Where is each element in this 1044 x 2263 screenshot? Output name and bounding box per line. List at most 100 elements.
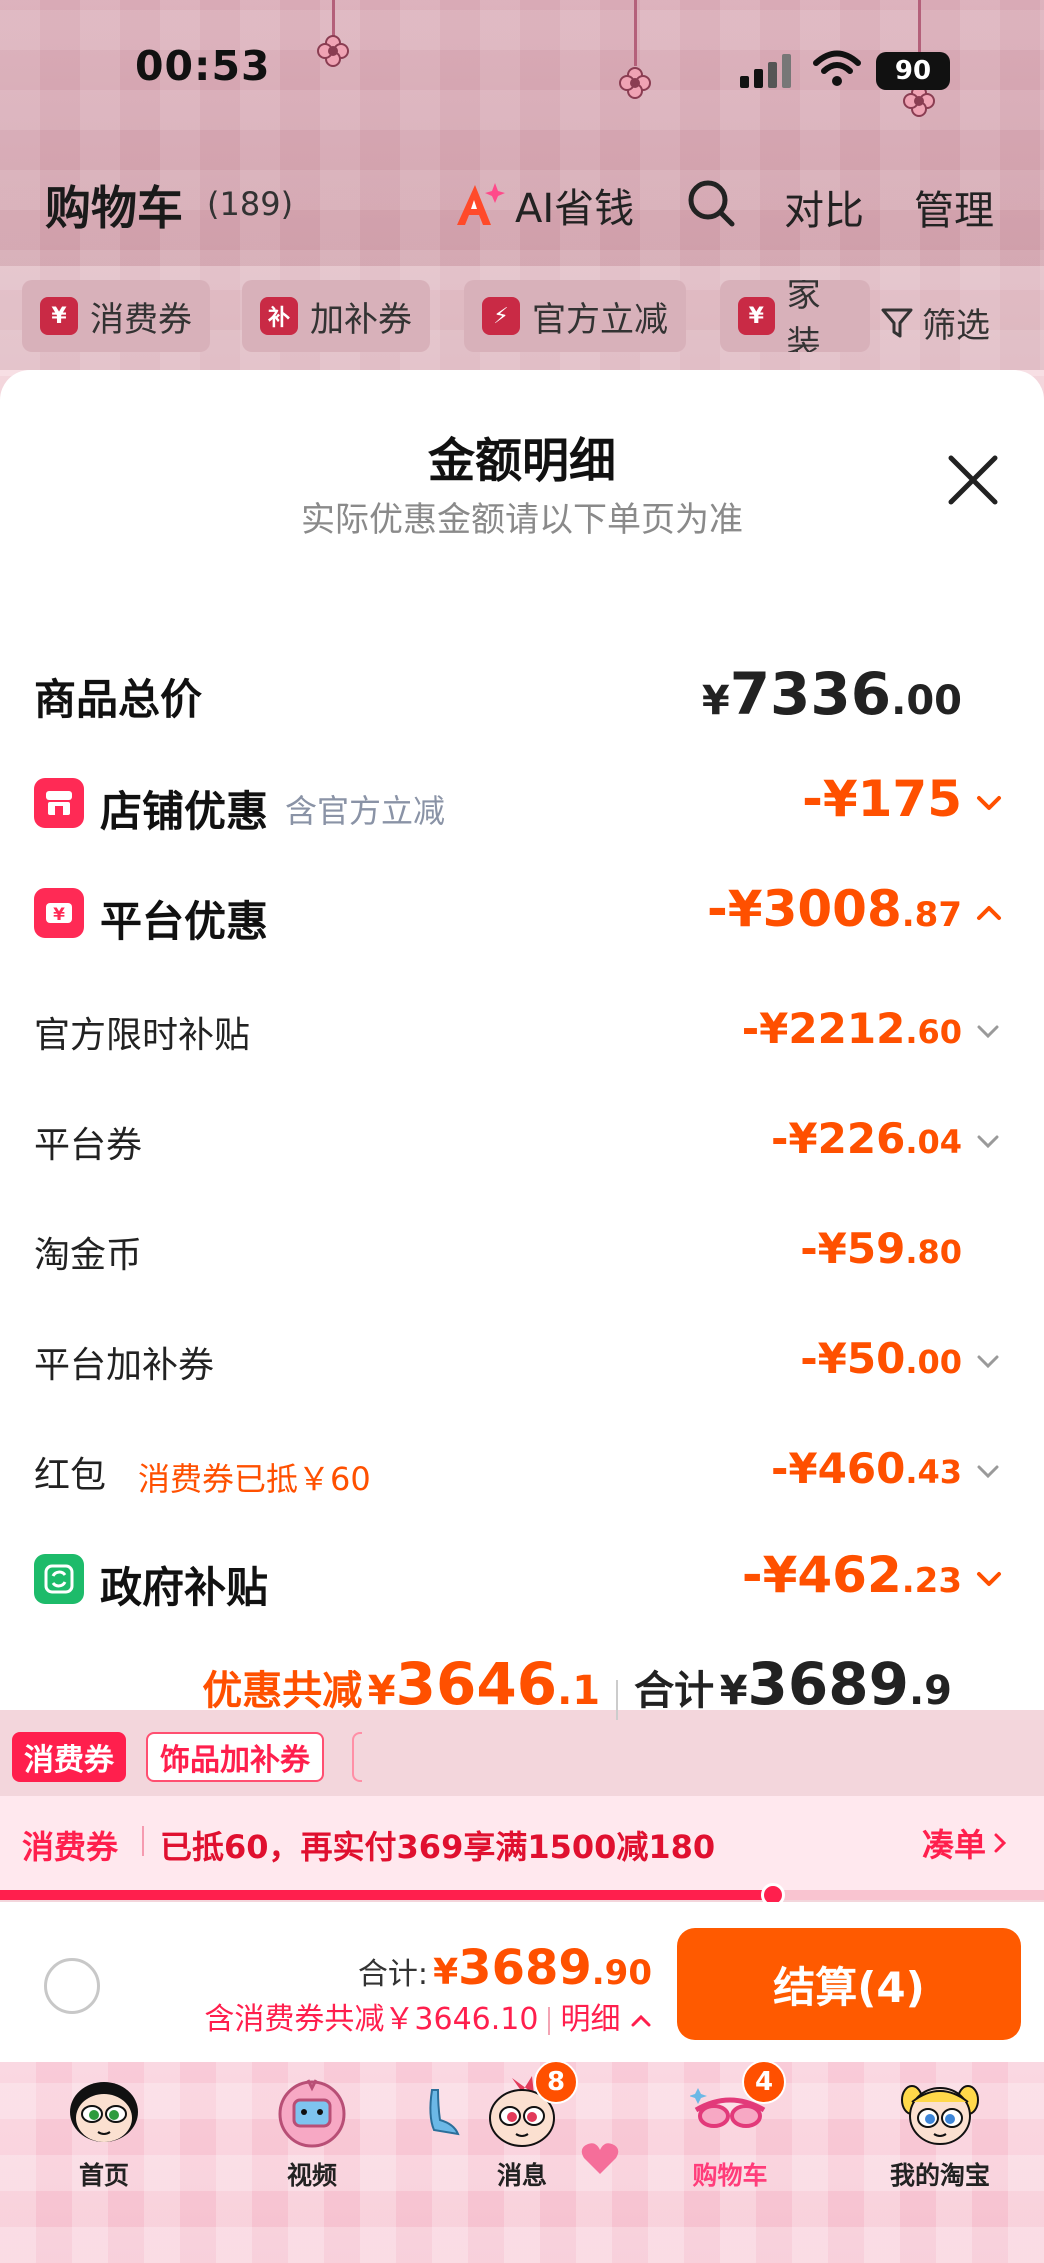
checkout-button[interactable]: 结算(4) [677, 1928, 1021, 2040]
tab-messages[interactable]: 消息 [442, 2070, 602, 2190]
platform-discount-label: 平台优惠 [100, 897, 269, 946]
tab-home[interactable]: 首页 [24, 2070, 184, 2190]
store-discount-value[interactable]: -¥175 [802, 770, 962, 828]
filter-button[interactable]: 筛选 [880, 298, 990, 347]
checkout-total: 合计: ¥3689.90 [357, 1940, 652, 1996]
filter-label: 筛选 [922, 306, 990, 346]
banner-tag: 消费券 [22, 1828, 119, 1866]
tab-cart[interactable]: 购物车 [650, 2070, 810, 2190]
chevron-down-icon[interactable] [976, 1354, 1000, 1370]
red-packet-note: 消费券已抵￥60 [138, 1460, 371, 1498]
government-subsidy-icon [34, 1554, 84, 1604]
ai-save-label: AI省钱 [515, 186, 635, 232]
platform-coupon-icon: ¥ [34, 888, 84, 938]
chevron-down-icon[interactable] [976, 1134, 1000, 1150]
ai-save-button[interactable]: AI省钱 [455, 176, 634, 234]
wifi-icon [813, 50, 861, 86]
svg-text:¥: ¥ [53, 905, 65, 925]
checkout-note: 含消费券共减￥3646.10 明细 [0, 1994, 652, 2038]
tab-video[interactable]: 视频 [232, 2070, 392, 2190]
sub-item-label-official-subsidy: 官方限时补贴 [34, 1015, 251, 1056]
tab-label: 消息 [496, 2161, 547, 2190]
coupon-tag-more [352, 1732, 362, 1782]
sub-item-label-extra-coupon: 平台加补券 [34, 1345, 215, 1386]
chevron-down-icon[interactable] [976, 1464, 1000, 1480]
store-discount-label: 店铺优惠 [100, 787, 269, 836]
close-icon[interactable] [945, 452, 1001, 508]
platform-discount-value[interactable]: -¥3008.87 [707, 880, 962, 938]
hanging-ornament [634, 0, 637, 66]
divider [616, 1679, 619, 1720]
filter-chip-official-discount[interactable]: ⚡ 官方立减 [464, 280, 686, 352]
chevron-up-icon[interactable] [630, 2013, 652, 2029]
messages-badge: 8 [534, 2060, 578, 2104]
compare-button[interactable]: 对比 [784, 178, 864, 236]
sub-item-label-gold-coin: 淘金币 [34, 1235, 143, 1276]
store-discount-note: 含官方立减 [285, 792, 446, 830]
sub-item-label-red-packet: 红包 [34, 1455, 107, 1496]
total-price-label: 商品总价 [34, 675, 203, 724]
sheet-title: 金额明细 [428, 434, 616, 489]
cellular-signal-icon [740, 54, 791, 88]
shoe-decoration-icon [429, 2089, 460, 2136]
yen-coupon-icon: ¥ [738, 297, 775, 335]
chip-label: 家装 [786, 280, 821, 352]
filter-chip-consume-coupon[interactable]: ¥ 消费券 [22, 280, 210, 352]
filter-chip-home-decor[interactable]: ¥ 家装 [720, 280, 870, 352]
lightning-icon: ⚡ [482, 297, 520, 335]
chevron-down-icon[interactable] [976, 1024, 1000, 1040]
sub-item-value-official-subsidy[interactable]: -¥2212.60 [742, 1004, 962, 1053]
divider [548, 2006, 551, 2035]
store-icon [34, 778, 84, 828]
status-time: 00:53 [135, 42, 271, 90]
coupon-tag-consume[interactable]: 消费券 [12, 1732, 126, 1782]
discount-summary: 优惠共减 ¥3646.1 合计 ¥3689.9 [202, 1650, 952, 1720]
add-on-button[interactable]: 凑单 [922, 1820, 1008, 1866]
detail-toggle[interactable]: 明细 [560, 2002, 620, 2037]
filter-chip-extra-coupon[interactable]: 补 加补券 [242, 280, 430, 352]
coupon-tag-accessory[interactable]: 饰品加补券 [146, 1732, 324, 1782]
chip-label: 官方立减 [532, 299, 668, 340]
divider [142, 1826, 144, 1856]
ai-sparkle-icon [457, 183, 505, 225]
chip-label: 加补券 [310, 299, 412, 340]
tab-label: 首页 [78, 2161, 129, 2190]
sub-item-value-red-packet[interactable]: -¥460.43 [771, 1444, 962, 1493]
tab-my-taobao[interactable]: 我的淘宝 [860, 2070, 1020, 2190]
funnel-icon [881, 308, 913, 337]
total-price-value: ¥7336.00 [701, 660, 962, 728]
heart-decoration-icon [581, 2143, 619, 2174]
search-icon[interactable] [686, 178, 736, 228]
hanging-ornament [332, 0, 335, 36]
gov-subsidy-value[interactable]: -¥462.23 [742, 1546, 962, 1604]
profile-mascot-icon [901, 2085, 979, 2145]
page-title: 购物车 [45, 181, 183, 235]
chevron-right-icon [994, 1833, 1007, 1853]
cart-count: (189) [207, 185, 294, 223]
battery-indicator: 90 [876, 52, 950, 90]
flower-ornament-icon [317, 35, 349, 67]
cart-badge: 4 [742, 2060, 786, 2104]
chevron-down-icon[interactable] [976, 1570, 1002, 1588]
video-tv-icon [278, 2079, 346, 2148]
manage-button[interactable]: 管理 [914, 178, 994, 236]
tab-label: 视频 [286, 2161, 337, 2190]
subsidy-coupon-icon: 补 [260, 297, 298, 335]
gov-subsidy-label: 政府补贴 [100, 1563, 269, 1612]
yen-coupon-icon: ¥ [40, 297, 78, 335]
sub-item-value-extra-coupon[interactable]: -¥50.00 [800, 1334, 962, 1383]
home-mascot-icon [70, 2082, 138, 2142]
add-on-label: 凑单 [922, 1826, 987, 1864]
sub-item-value-gold-coin: -¥59.80 [800, 1224, 962, 1273]
tab-label: 我的淘宝 [889, 2161, 990, 2190]
chip-label: 消费券 [90, 299, 192, 340]
chevron-down-icon[interactable] [976, 794, 1002, 812]
sub-item-value-platform-coupon[interactable]: -¥226.04 [771, 1114, 962, 1163]
banner-text: 已抵60，再实付369享满1500减180 [160, 1828, 716, 1866]
tab-label: 购物车 [692, 2161, 768, 2190]
coupon-progress-fill [0, 1890, 773, 1900]
chevron-up-icon[interactable] [976, 904, 1002, 922]
sub-item-label-platform-coupon: 平台券 [34, 1125, 143, 1166]
flower-ornament-icon [619, 67, 651, 99]
sheet-subtitle: 实际优惠金额请以下单页为准 [301, 500, 743, 540]
